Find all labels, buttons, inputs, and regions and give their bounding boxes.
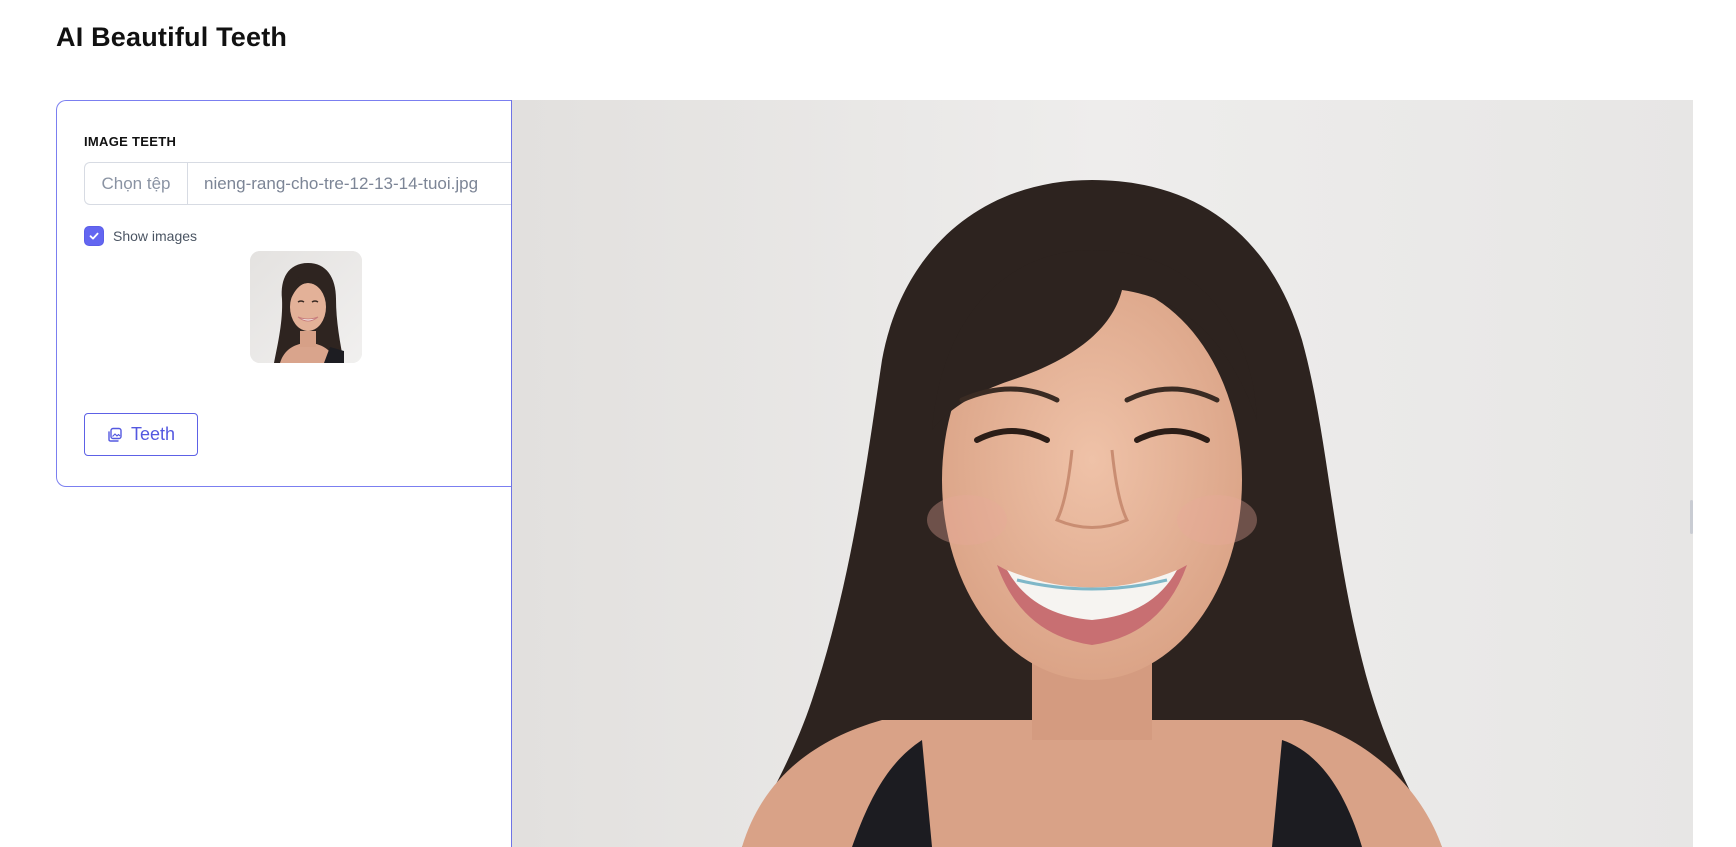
show-images-label: Show images [113, 228, 198, 244]
image-teeth-label: IMAGE TEETH [84, 134, 177, 149]
page-title: AI Beautiful Teeth [56, 22, 288, 52]
check-icon [89, 232, 99, 240]
choose-file-button[interactable]: Chọn tệp [85, 163, 188, 204]
result-image [512, 100, 1693, 847]
result-image-view [511, 100, 1693, 847]
show-images-toggle[interactable]: Show images [84, 226, 197, 246]
scrollbar-hint[interactable] [1690, 500, 1693, 534]
teeth-button[interactable]: Teeth [84, 413, 198, 456]
images-icon [108, 427, 122, 442]
show-images-checkbox[interactable] [84, 226, 104, 246]
teeth-button-label: Teeth [130, 424, 176, 444]
uploaded-image-thumbnail [250, 251, 362, 363]
file-input[interactable]: Chọn tệp nieng-rang-cho-tre-12-13-14-tuo… [84, 162, 514, 205]
upload-panel: IMAGE TEETH Chọn tệp nieng-rang-cho-tre-… [56, 100, 514, 487]
selected-file-name: nieng-rang-cho-tre-12-13-14-tuoi.jpg [204, 173, 479, 193]
